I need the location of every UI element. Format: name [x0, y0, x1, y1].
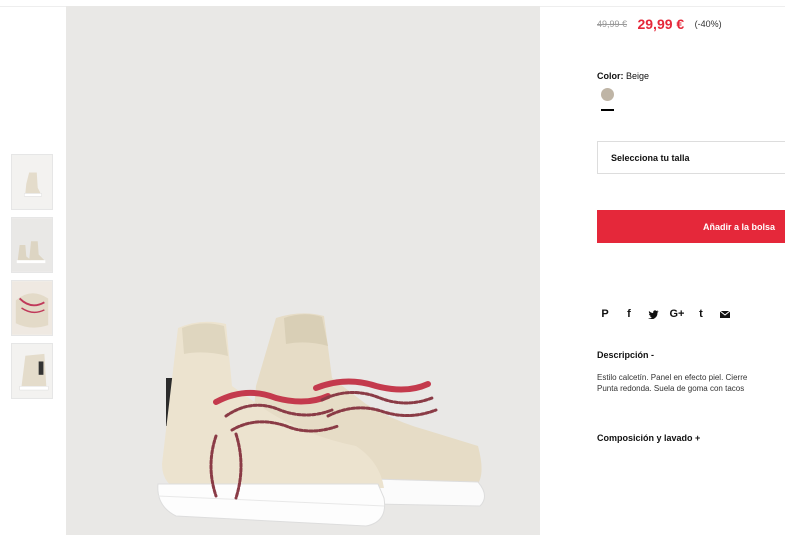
thumbnail-3[interactable]	[11, 280, 53, 336]
thumbnail-2[interactable]	[11, 217, 53, 273]
email-icon[interactable]	[717, 310, 733, 318]
discount-badge: (-40%)	[694, 18, 722, 29]
old-price: 49,99 €	[597, 18, 628, 29]
color-value: Beige	[626, 71, 650, 81]
thumbnail-gallery	[11, 154, 53, 406]
description-toggle[interactable]: Descripción -	[597, 350, 654, 360]
facebook-icon[interactable]: f	[621, 308, 637, 320]
google-plus-icon[interactable]: G+	[669, 308, 685, 320]
sale-price: 29,99 €	[637, 15, 685, 32]
color-label: Color: Beige	[597, 71, 649, 81]
product-info-panel: 49,99 € 29,99 € (-40%) Color: Beige Sele…	[597, 0, 785, 535]
tumblr-icon[interactable]: t	[693, 308, 709, 320]
color-swatch-beige[interactable]	[601, 88, 614, 101]
color-label-key: Color:	[597, 71, 624, 81]
price-row: 49,99 € 29,99 € (-40%)	[597, 15, 722, 33]
product-main-image	[66, 6, 540, 535]
composition-toggle[interactable]: Composición y lavado +	[597, 433, 700, 443]
share-icons: P f G+ t	[597, 308, 741, 320]
description-text: Estilo calcetín. Panel en efecto piel. C…	[597, 372, 785, 394]
description-line-2: Punta redonda. Suela de goma con tacos	[597, 384, 745, 393]
description-line-1: Estilo calcetín. Panel en efecto piel. C…	[597, 373, 748, 382]
thumbnail-1[interactable]	[11, 154, 53, 210]
selected-swatch-indicator	[601, 109, 614, 111]
add-to-bag-button[interactable]: Añadir a la bolsa	[597, 210, 785, 243]
thumbnail-4[interactable]	[11, 343, 53, 399]
pinterest-icon[interactable]: P	[597, 308, 613, 320]
twitter-icon[interactable]	[645, 309, 661, 319]
size-select[interactable]: Selecciona tu talla	[597, 141, 785, 174]
